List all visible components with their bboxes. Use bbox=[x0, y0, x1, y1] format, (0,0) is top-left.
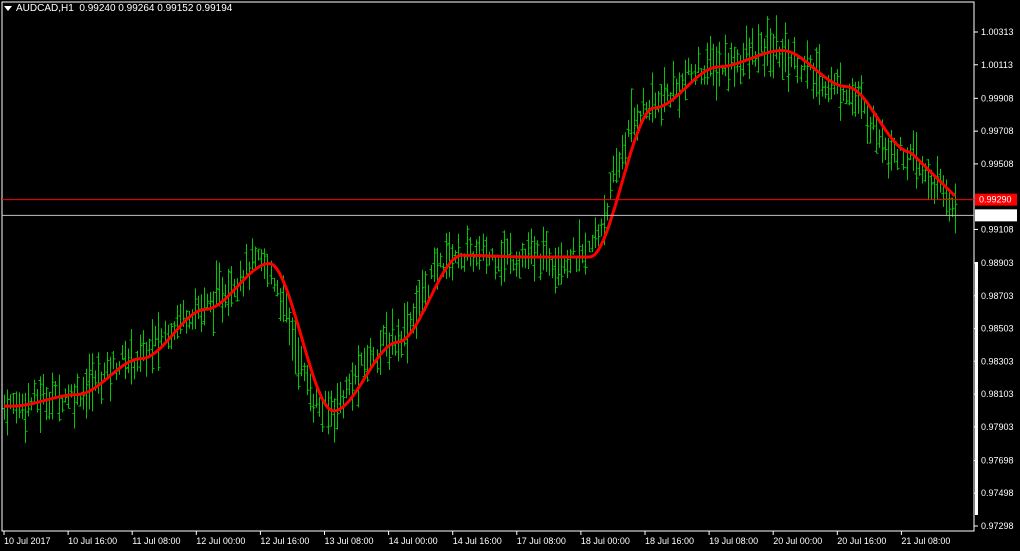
open-value: 0.99240 bbox=[79, 3, 116, 14]
time-label: 12 Jul 16:00 bbox=[260, 536, 309, 546]
chart-window[interactable]: 1.00313 1.00113 0.99908 0.99708 0.99508 0.991… bbox=[0, 0, 1020, 551]
price-label: 0.99908 bbox=[981, 93, 1014, 103]
price-label: 0.98303 bbox=[981, 356, 1014, 366]
time-label: 12 Jul 00:00 bbox=[196, 536, 245, 546]
price-label: 0.98503 bbox=[981, 324, 1014, 334]
price-label: 0.98703 bbox=[981, 291, 1014, 301]
price-label: 0.98103 bbox=[981, 389, 1014, 399]
moving-average-line bbox=[4, 49, 957, 413]
time-label: 17 Jul 08:00 bbox=[517, 536, 566, 546]
time-label: 18 Jul 16:00 bbox=[645, 536, 694, 546]
price-label: 0.99108 bbox=[981, 224, 1014, 234]
price-label: 0.97903 bbox=[981, 422, 1014, 432]
bid-price-label: 0.99194 bbox=[979, 210, 1012, 220]
price-label: 0.97298 bbox=[981, 521, 1014, 531]
price-label: 0.99508 bbox=[981, 159, 1014, 169]
scale-scrollbar[interactable] bbox=[975, 262, 978, 515]
time-label: 11 Jul 08:00 bbox=[132, 536, 180, 546]
price-label: 0.97498 bbox=[981, 488, 1014, 498]
price-label: 0.99708 bbox=[981, 126, 1014, 136]
time-label: 19 Jul 08:00 bbox=[709, 536, 758, 546]
time-label: 13 Jul 08:00 bbox=[325, 536, 374, 546]
price-chart[interactable]: 1.00313 1.00113 0.99908 0.99708 0.99508 0.991… bbox=[0, 0, 1020, 551]
time-label: 14 Jul 00:00 bbox=[389, 536, 438, 546]
time-label: 21 Jul 08:00 bbox=[901, 536, 950, 546]
high-value: 0.99264 bbox=[118, 3, 155, 14]
dropdown-triangle-icon[interactable] bbox=[4, 6, 12, 11]
symbol-label: AUDCAD,H1 bbox=[16, 3, 74, 14]
chart-title-bar[interactable]: AUDCAD,H1 0.99240 0.99264 0.99152 0.9919… bbox=[4, 3, 232, 14]
time-label: 14 Jul 16:00 bbox=[453, 536, 502, 546]
price-label: 1.00113 bbox=[981, 60, 1013, 70]
time-label: 18 Jul 00:00 bbox=[581, 536, 630, 546]
time-label: 10 Jul 16:00 bbox=[68, 536, 117, 546]
price-label: 1.00313 bbox=[981, 27, 1014, 37]
time-label: 10 Jul 2017 bbox=[4, 536, 51, 546]
price-label: 0.97698 bbox=[981, 455, 1014, 465]
ask-price-label: 0.99290 bbox=[979, 195, 1012, 205]
time-label: 20 Jul 00:00 bbox=[773, 536, 822, 546]
price-label: 0.98903 bbox=[981, 258, 1014, 268]
low-value: 0.99152 bbox=[157, 3, 194, 14]
close-value: 0.99194 bbox=[196, 3, 233, 14]
time-label: 20 Jul 16:00 bbox=[837, 536, 886, 546]
